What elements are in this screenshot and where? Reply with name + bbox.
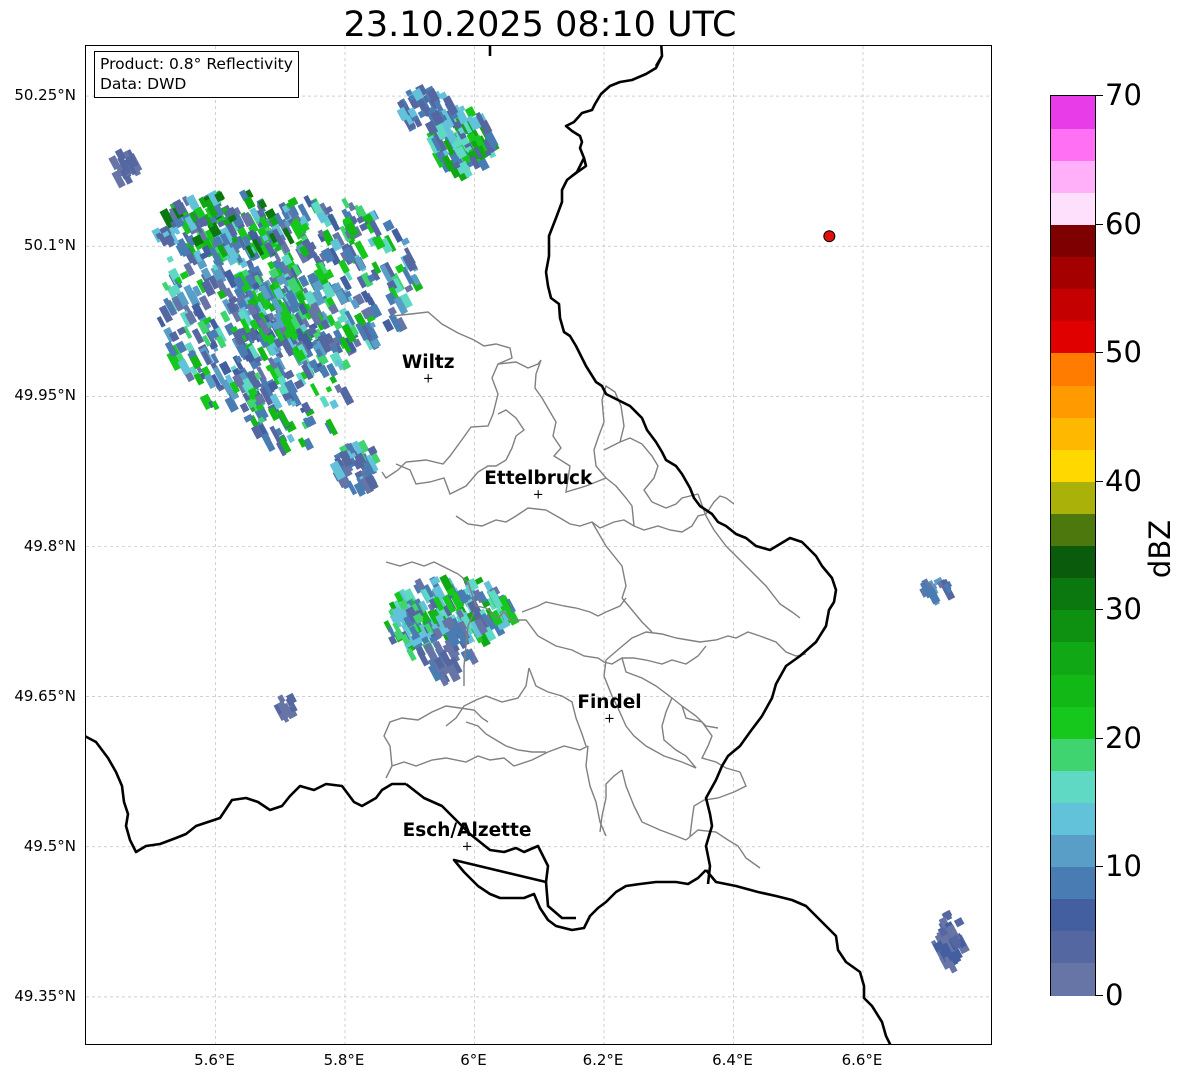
crosshair-icon: + — [422, 371, 434, 387]
radar-site-marker — [823, 230, 836, 243]
colorbar-tick — [1096, 480, 1103, 482]
crosshair-icon: + — [604, 711, 615, 727]
lat-tick-label: 49.8°N — [23, 536, 76, 555]
colorbar-segment — [1051, 898, 1095, 932]
echo-cell — [309, 382, 320, 397]
echo-cell — [286, 433, 295, 444]
echo-cell — [329, 375, 338, 384]
lat-tick-label: 49.95°N — [14, 386, 76, 405]
colorbar-segment — [1051, 834, 1095, 868]
colorbar-tick-label: 70 — [1105, 78, 1142, 112]
lon-tick-label: 6.6°E — [841, 1051, 883, 1069]
product-label: Product: 0.8° Reflectivity — [100, 55, 293, 73]
colorbar-segment — [1051, 224, 1095, 258]
page-title: 23.10.2025 08:10 UTC — [343, 5, 737, 45]
colorbar-segment — [1051, 770, 1095, 803]
echo-cell — [329, 399, 339, 410]
colorbar-segment — [1051, 738, 1095, 771]
colorbar-tick-label: 0 — [1105, 978, 1124, 1012]
map-panel[interactable] — [85, 45, 992, 1045]
echo-cell — [341, 197, 351, 209]
lon-tick-label: 6.2°E — [582, 1051, 624, 1069]
colorbar-segment — [1051, 962, 1095, 996]
colorbar-tick-label: 40 — [1105, 463, 1142, 498]
colorbar-segment — [1051, 545, 1095, 579]
colorbar-tick-label: 10 — [1105, 849, 1142, 884]
colorbar-segment — [1051, 449, 1095, 482]
colorbar-segment — [1051, 641, 1095, 675]
colorbar-segment — [1051, 866, 1095, 900]
crosshair-icon: + — [532, 487, 544, 503]
colorbar-segment — [1051, 288, 1095, 322]
colorbar-tick-label: 50 — [1105, 335, 1142, 370]
colorbar-segment — [1051, 577, 1095, 611]
colorbar-tick-label: 60 — [1105, 206, 1142, 241]
echo-cell — [953, 917, 965, 928]
colorbar-tick — [1096, 95, 1103, 96]
colorbar-tick — [1096, 609, 1103, 611]
colorbar-segment — [1051, 128, 1095, 161]
echo-cell — [406, 648, 417, 662]
colorbar-segment — [1051, 513, 1095, 547]
echo-cell — [224, 395, 239, 413]
colorbar-tick — [1096, 737, 1103, 739]
colorbar-tick — [1096, 866, 1103, 868]
colorbar-segment — [1051, 481, 1095, 514]
crosshair-icon: + — [461, 839, 473, 855]
radar-map[interactable] — [86, 46, 992, 1045]
echo-cell — [325, 385, 333, 393]
colorbar-tick — [1096, 995, 1103, 996]
lat-tick-label: 49.5°N — [23, 836, 76, 855]
canton-borders — [381, 311, 807, 869]
colorbar-segment — [1051, 384, 1095, 418]
colorbar-segment — [1051, 417, 1095, 450]
data-source-label: Data: DWD — [100, 75, 187, 93]
colorbar-segment — [1051, 609, 1095, 643]
colorbar-segment — [1051, 673, 1095, 707]
lon-tick-label: 5.6°E — [194, 1051, 235, 1069]
colorbar-tick-label: 30 — [1105, 592, 1142, 627]
echo-cell — [166, 255, 174, 263]
lat-tick-label: 49.35°N — [14, 986, 76, 1005]
echo-cell — [261, 432, 276, 453]
colorbar-segment — [1051, 320, 1095, 354]
lon-tick-label: 6°E — [460, 1051, 487, 1069]
colorbar-segment — [1051, 352, 1095, 386]
colorbar-segment — [1051, 256, 1095, 290]
lat-tick-label: 50.1°N — [23, 236, 76, 255]
colorbar-unit-label: dBZ — [1143, 519, 1177, 579]
colorbar-segment — [1051, 706, 1095, 739]
lat-tick-label: 50.25°N — [14, 86, 76, 105]
colorbar-segment — [1051, 802, 1095, 836]
lon-tick-label: 6.4°E — [712, 1051, 753, 1069]
colorbar-tick — [1096, 223, 1103, 225]
echo-cell — [429, 576, 441, 586]
echo-cell — [382, 219, 395, 232]
product-info-box: Product: 0.8° Reflectivity Data: DWD — [94, 51, 299, 98]
echo-cell — [404, 284, 414, 293]
colorbar-tick-label: 20 — [1105, 720, 1142, 755]
colorbar-segment — [1051, 160, 1095, 193]
echo-cell — [319, 395, 330, 408]
colorbar-segment — [1051, 96, 1095, 129]
colorbar — [1050, 95, 1096, 996]
reflectivity-echoes — [108, 84, 970, 974]
colorbar-tick — [1096, 352, 1103, 354]
colorbar-segment — [1051, 192, 1095, 226]
lat-tick-label: 49.65°N — [14, 686, 76, 705]
colorbar-segment — [1051, 930, 1095, 964]
echo-cell — [283, 369, 295, 380]
lon-tick-label: 5.8°E — [323, 1051, 365, 1069]
